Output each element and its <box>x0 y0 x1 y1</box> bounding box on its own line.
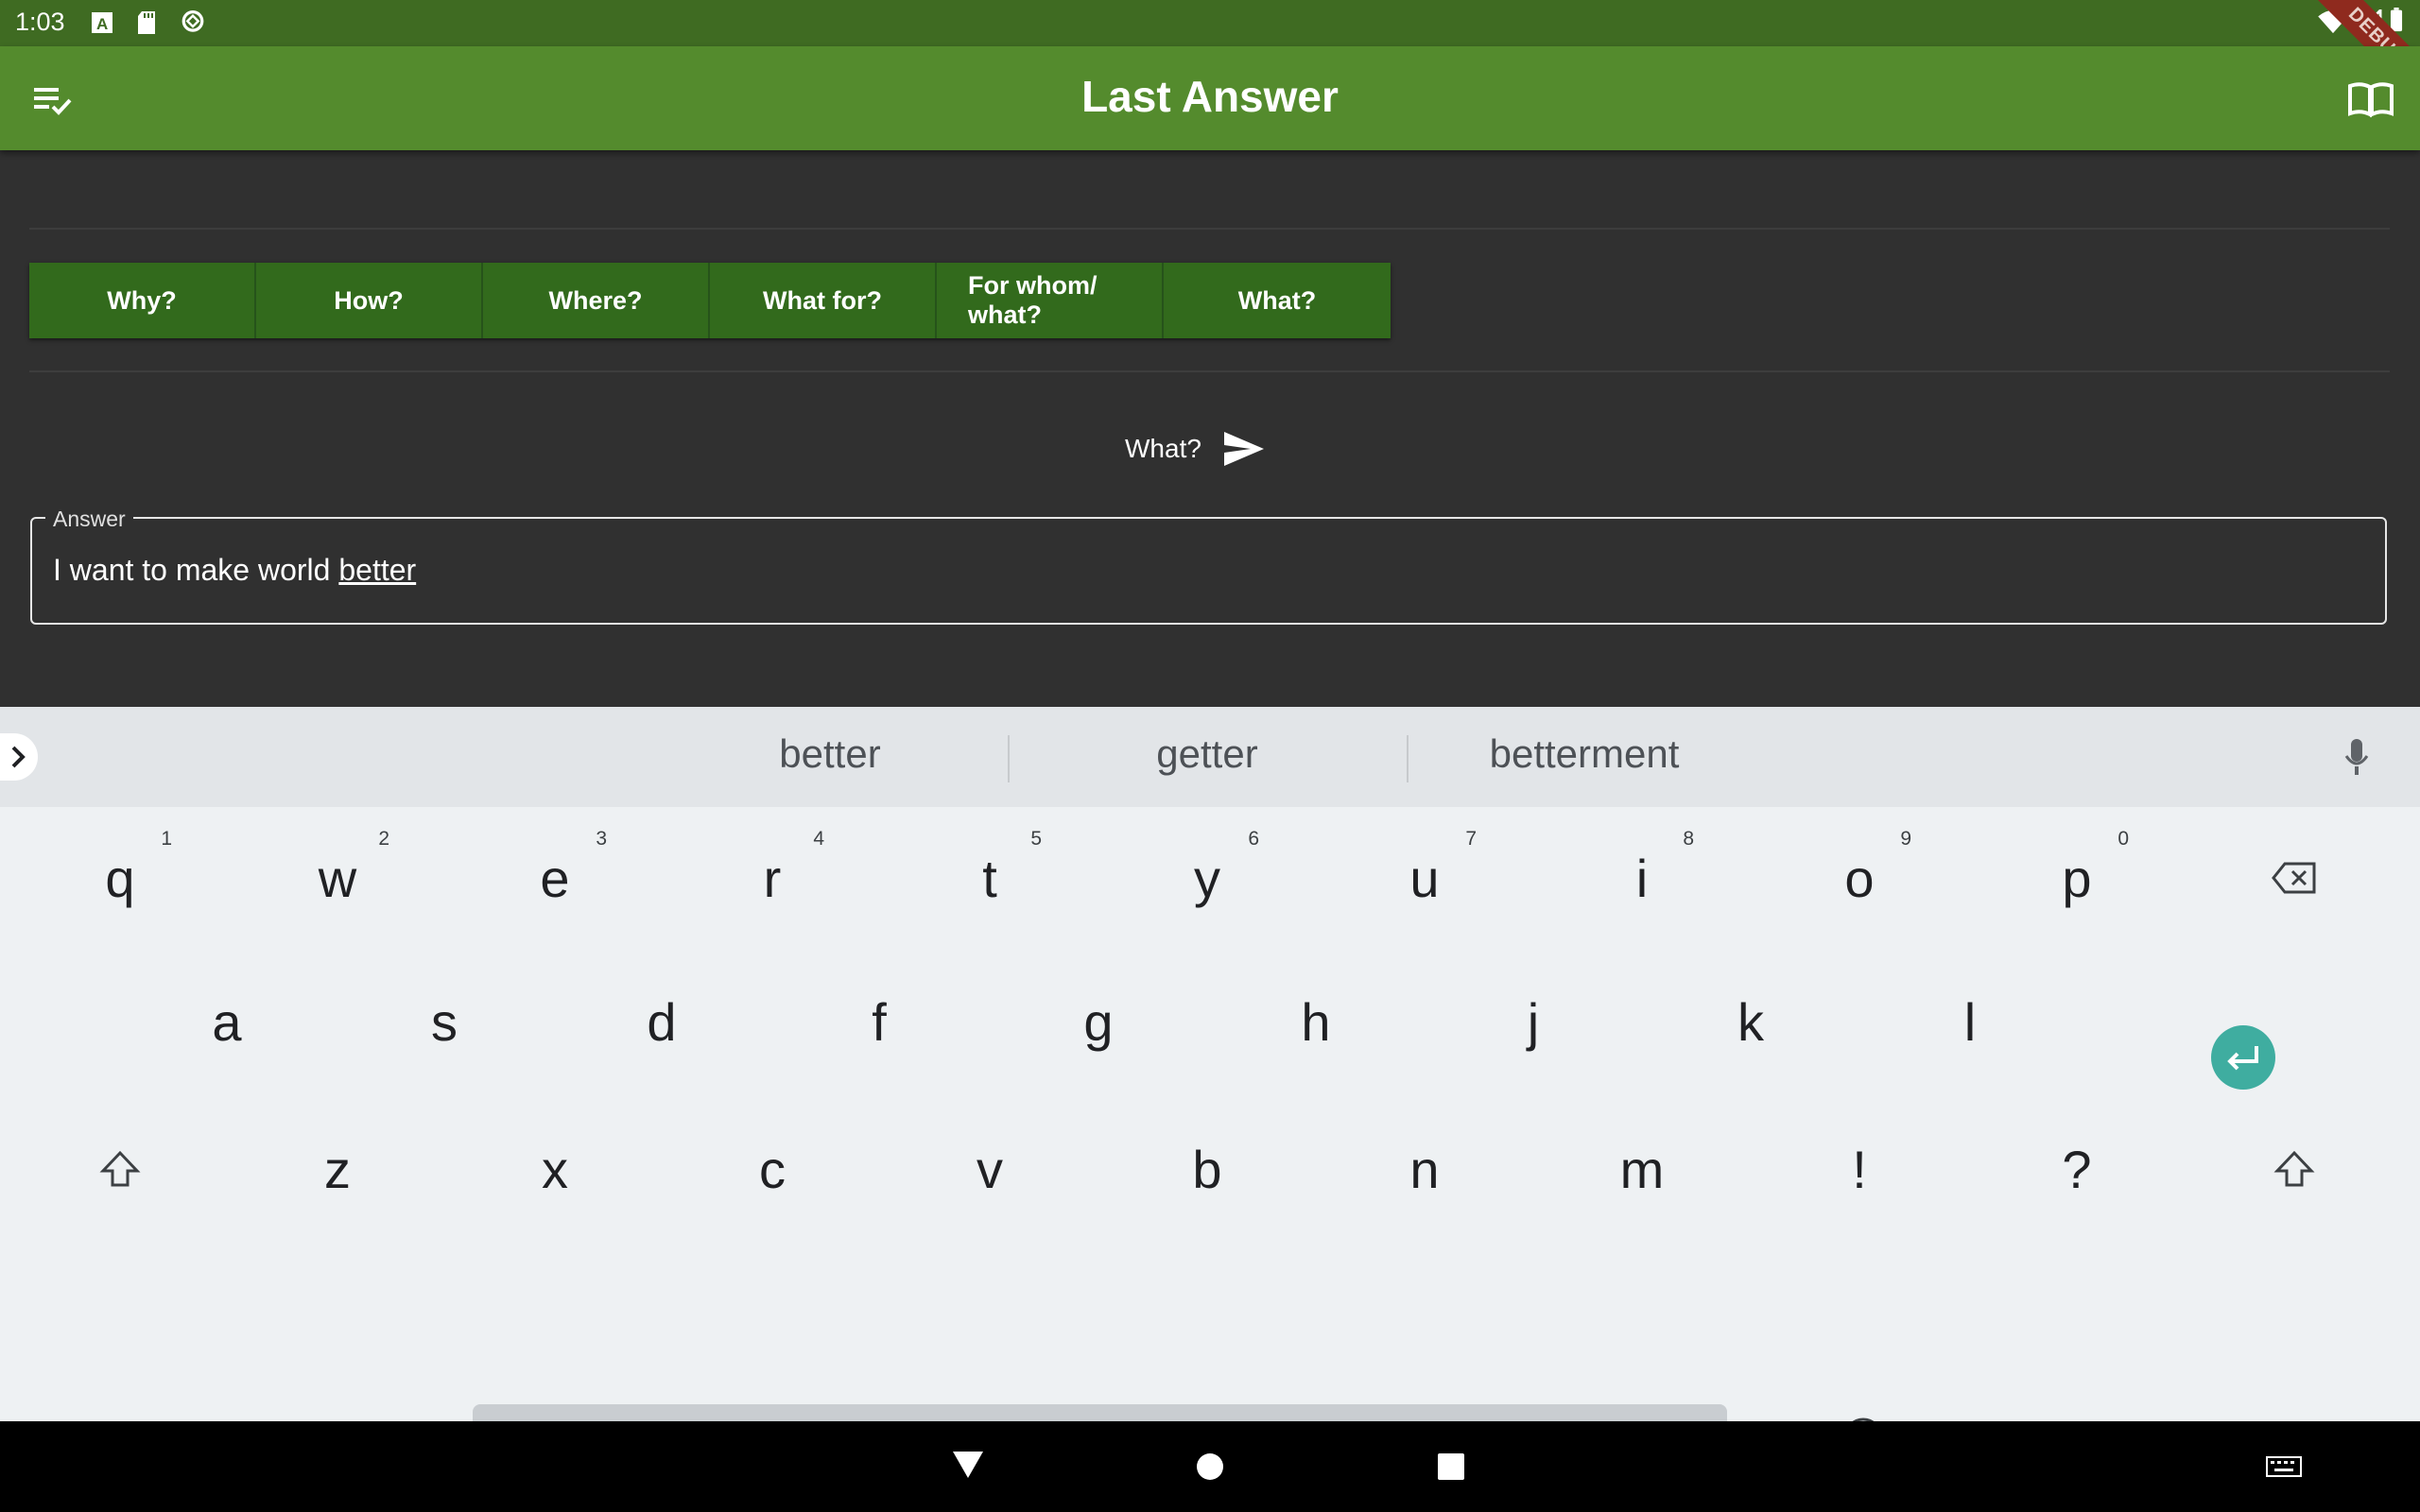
back-icon[interactable] <box>951 1450 985 1480</box>
answer-text[interactable]: I want to make world better <box>53 553 416 588</box>
key-hint: 0 <box>2118 828 2129 850</box>
enter-icon <box>2227 1046 2258 1071</box>
key-label: i <box>1635 848 1649 908</box>
key-label: q <box>105 848 135 908</box>
key-k[interactable]: k <box>1642 951 1859 1092</box>
suggestion-1[interactable]: better <box>735 731 925 777</box>
key-label: u <box>1409 848 1440 908</box>
sd-card-icon <box>138 11 155 34</box>
shift-icon <box>2273 1150 2315 1187</box>
key-hint: 1 <box>161 828 172 850</box>
key-label: w <box>318 848 357 908</box>
key-label: p <box>2062 848 2092 908</box>
divider <box>29 228 2390 230</box>
send-icon[interactable] <box>1222 430 1266 468</box>
book-button[interactable] <box>2342 73 2399 126</box>
why-button[interactable]: Why? <box>29 263 256 338</box>
key-t[interactable]: t5 <box>881 807 1098 949</box>
key-area: q1 w2 e3 r4 t5 y6 u7 i8 o9 p0 a s d f g … <box>0 807 2420 1470</box>
home-icon[interactable] <box>1195 1452 1225 1482</box>
key-s[interactable]: s <box>336 951 553 1092</box>
backspace-icon <box>2272 862 2316 894</box>
sync-icon <box>182 10 204 32</box>
svg-text:A: A <box>96 15 108 33</box>
shift-left-key[interactable] <box>11 1098 229 1240</box>
key-label: o <box>1844 848 1875 908</box>
key-hint: 7 <box>1465 828 1477 850</box>
backspace-key[interactable] <box>2186 807 2403 949</box>
key-w[interactable]: w2 <box>229 807 446 949</box>
what-button[interactable]: What? <box>1164 263 1391 338</box>
expand-toolbar-button[interactable] <box>0 733 38 781</box>
answer-text-prefix: I want to make world <box>53 553 339 587</box>
key-l[interactable]: l <box>1861 951 2079 1092</box>
answer-text-underlined: better <box>338 553 417 587</box>
key-n[interactable]: n <box>1316 1098 1533 1240</box>
suggestion-3[interactable]: betterment <box>1452 731 1717 777</box>
current-question-label: What? <box>1125 434 1201 463</box>
keyboard-switch-icon[interactable] <box>2265 1455 2303 1478</box>
key-v[interactable]: v <box>881 1098 1098 1240</box>
shift-right-key[interactable] <box>2186 1098 2403 1240</box>
key-label: y <box>1194 848 1220 908</box>
where-button[interactable]: Where? <box>483 263 710 338</box>
key-m[interactable]: m <box>1533 1098 1751 1240</box>
navigation-bar <box>0 1421 2420 1512</box>
key-hint: 5 <box>1030 828 1042 850</box>
enter-key[interactable] <box>2211 1025 2275 1090</box>
status-time: 1:03 <box>15 8 65 36</box>
key-h[interactable]: h <box>1207 951 1425 1092</box>
suggestion-2[interactable]: getter <box>1113 731 1302 777</box>
key-f[interactable]: f <box>770 951 988 1092</box>
suggestion-divider <box>1008 735 1010 782</box>
current-question: What? <box>1125 430 1266 468</box>
key-hint: 4 <box>813 828 824 850</box>
key-z[interactable]: z <box>229 1098 446 1240</box>
answer-label: Answer <box>45 507 133 532</box>
key-hint: 3 <box>596 828 607 850</box>
book-icon <box>2348 82 2394 118</box>
key-b[interactable]: b <box>1098 1098 1316 1240</box>
how-button[interactable]: How? <box>256 263 483 338</box>
divider <box>29 370 2390 372</box>
chevron-right-icon <box>11 746 26 768</box>
question-button-row: Why? How? Where? What for? For whom/ wha… <box>29 263 1391 338</box>
key-label: e <box>540 848 570 908</box>
page-title: Last Answer <box>1081 72 1339 121</box>
key-a[interactable]: a <box>118 951 336 1092</box>
key-q[interactable]: q1 <box>11 807 229 949</box>
what-for-button[interactable]: What for? <box>710 263 937 338</box>
key-question[interactable]: ? <box>1968 1098 2186 1240</box>
microphone-icon[interactable] <box>2342 737 2371 779</box>
key-j[interactable]: j <box>1425 951 1642 1092</box>
key-d[interactable]: d <box>553 951 770 1092</box>
for-whom-what-button[interactable]: For whom/ what? <box>937 263 1164 338</box>
keyboard-a-icon: A <box>92 12 112 33</box>
key-r[interactable]: r4 <box>664 807 881 949</box>
app-bar: Last Answer <box>0 46 2420 150</box>
key-hint: 8 <box>1683 828 1694 850</box>
key-c[interactable]: c <box>664 1098 881 1240</box>
key-x[interactable]: x <box>446 1098 664 1240</box>
key-hint: 9 <box>1900 828 1911 850</box>
suggestion-bar: better getter betterment <box>0 707 2420 807</box>
key-hint: 6 <box>1248 828 1259 850</box>
key-hint: 2 <box>378 828 389 850</box>
key-o[interactable]: o9 <box>1751 807 1968 949</box>
key-label: t <box>982 848 997 908</box>
key-i[interactable]: i8 <box>1533 807 1751 949</box>
shift-icon <box>99 1150 141 1187</box>
soft-keyboard: better getter betterment q1 w2 e3 r4 t5 … <box>0 707 2420 1470</box>
recents-icon[interactable] <box>1436 1452 1466 1482</box>
key-y[interactable]: y6 <box>1098 807 1316 949</box>
key-label: r <box>763 848 782 908</box>
key-exclamation[interactable]: ! <box>1751 1098 1968 1240</box>
suggestion-divider <box>1407 735 1409 782</box>
key-g[interactable]: g <box>990 951 1207 1092</box>
key-p[interactable]: p0 <box>1968 807 2186 949</box>
status-bar: 1:03 A <box>0 0 2420 46</box>
key-u[interactable]: u7 <box>1316 807 1533 949</box>
key-e[interactable]: e3 <box>446 807 664 949</box>
